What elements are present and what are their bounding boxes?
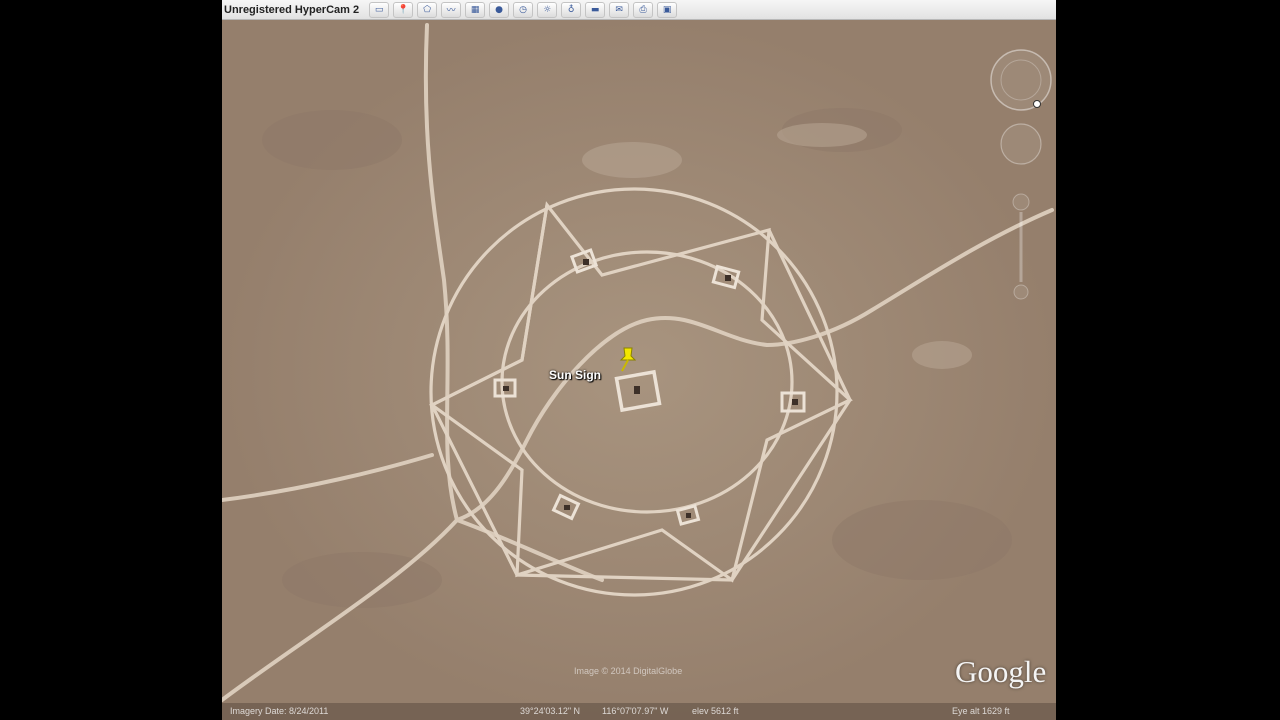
- ruler-button[interactable]: ▬: [585, 1, 606, 18]
- sun-icon: ☼: [543, 4, 552, 15]
- north-indicator-icon[interactable]: [1033, 100, 1041, 108]
- print-icon: ⎙: [639, 4, 647, 15]
- latitude-readout: 39°24'03.12" N: [520, 706, 581, 716]
- planets-icon: ♁: [567, 4, 575, 15]
- image-overlay-button[interactable]: ▦: [465, 1, 486, 18]
- eye-altitude-readout: Eye alt 1629 ft: [952, 706, 1010, 716]
- navigation-controls[interactable]: [986, 42, 1056, 302]
- placemark-pushpin[interactable]: [618, 346, 637, 377]
- zoom-slider[interactable]: [1012, 193, 1030, 300]
- view-in-maps-button[interactable]: ▣: [657, 1, 678, 18]
- path-icon: 〰: [446, 6, 456, 16]
- hypercam-watermark: Unregistered HyperCam 2: [224, 3, 360, 16]
- status-bar: Imagery Date: 8/24/2011 39°24'03.12" N 1…: [222, 703, 1056, 720]
- add-path-button[interactable]: 〰: [441, 1, 462, 18]
- print-button[interactable]: ⎙: [633, 1, 654, 18]
- polygon-icon: ⬠: [423, 4, 432, 15]
- placemark-icon: 📍: [397, 4, 409, 15]
- historical-imagery-button[interactable]: ◷: [513, 1, 534, 18]
- record-tour-button[interactable]: ●: [489, 1, 510, 18]
- imagery-date: Imagery Date: 8/24/2011: [230, 706, 329, 716]
- toolbar: Unregistered HyperCam 2 ▭ 📍 ⬠ 〰 ▦ ● ◷ ☼ …: [222, 0, 1056, 20]
- google-earth-window: Unregistered HyperCam 2 ▭ 📍 ⬠ 〰 ▦ ● ◷ ☼ …: [222, 0, 1056, 720]
- imagery-copyright: Image © 2014 DigitalGlobe: [574, 666, 683, 676]
- planets-button[interactable]: ♁: [561, 1, 582, 18]
- historical-imagery-icon: ◷: [519, 4, 528, 15]
- elevation-readout: elev 5612 ft: [692, 706, 739, 716]
- google-logo: Google: [955, 654, 1047, 689]
- email-icon: ✉: [615, 4, 623, 15]
- video-frame: Unregistered HyperCam 2 ▭ 📍 ⬠ 〰 ▦ ● ◷ ☼ …: [0, 0, 1280, 720]
- ruler-icon: ▬: [590, 4, 600, 15]
- longitude-readout: 116°07'07.97" W: [602, 706, 669, 716]
- hide-sidebar-icon: ▭: [374, 4, 384, 15]
- sunlight-button[interactable]: ☼: [537, 1, 558, 18]
- email-button[interactable]: ✉: [609, 1, 630, 18]
- satellite-imagery[interactable]: [222, 20, 1056, 720]
- look-joystick[interactable]: [990, 49, 1052, 111]
- add-polygon-button[interactable]: ⬠: [417, 1, 438, 18]
- overlay-icon: ▦: [470, 4, 480, 15]
- move-joystick[interactable]: [1000, 123, 1042, 165]
- toolbar-buttons: ▭ 📍 ⬠ 〰 ▦ ● ◷ ☼ ♁ ▬ ✉ ⎙ ▣: [369, 1, 681, 18]
- record-tour-icon: ●: [495, 4, 504, 15]
- hide-sidebar-button[interactable]: ▭: [369, 1, 390, 18]
- placemark-label[interactable]: Sun Sign: [549, 368, 601, 382]
- view-in-maps-icon: ▣: [662, 4, 672, 15]
- satellite-map-view[interactable]: [222, 20, 1056, 720]
- pushpin-icon: [619, 347, 637, 372]
- add-placemark-button[interactable]: 📍: [393, 1, 414, 18]
